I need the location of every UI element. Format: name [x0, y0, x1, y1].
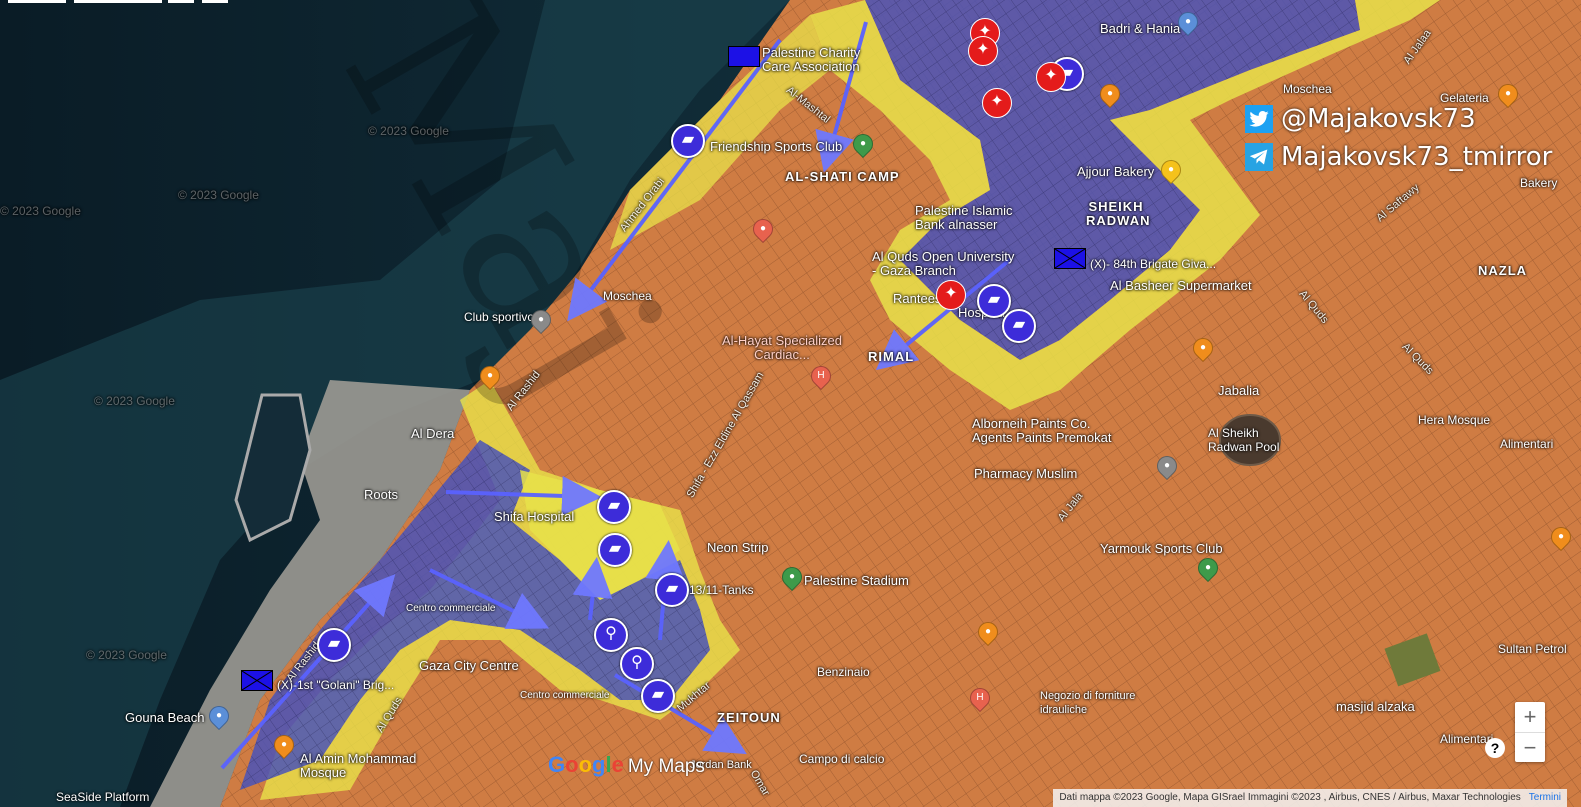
district-label: Jabalia [1218, 383, 1260, 398]
tile-copyright: © 2023 Google [0, 204, 81, 218]
hostile-fighter-icon[interactable]: ✦ [936, 280, 966, 310]
place-label: Al Amin Mohammad Mosque [300, 751, 417, 780]
place-label: Gaza City Centre [419, 658, 519, 673]
brigade-hq-flag[interactable] [728, 46, 760, 67]
map-attribution: Dati mappa ©2023 Google, Mapa GISrael Im… [1053, 789, 1567, 807]
place-label: Palestine Islamic Bank alnasser [915, 203, 1013, 232]
place-label: Al Basheer Supermarket [1110, 278, 1252, 293]
twitter-icon [1245, 105, 1273, 133]
place-label: Alborneih Paints Co. Agents Paints Premo… [972, 416, 1112, 445]
place-label: Alimentari [1500, 437, 1554, 451]
telegram-icon [1245, 143, 1273, 171]
attribution-text: Dati mappa ©2023 Google, Mapa GISrael Im… [1059, 792, 1521, 803]
tank-unit-icon[interactable]: ▰ [977, 284, 1011, 318]
place-label: Badri & Hania [1100, 21, 1181, 36]
unit-label: (X)- 84th Brigate Giva... [1090, 257, 1217, 271]
top-control-1[interactable] [8, 0, 66, 3]
place-label: SeaSide Platform [56, 790, 150, 804]
tile-copyright: © 2023 Google [178, 188, 259, 202]
twitter-row: @Majakovsk73 [1245, 100, 1552, 138]
place-label: Campo di calcio [799, 752, 885, 766]
place-label: Shifa Hospital [494, 509, 575, 524]
tank-unit-icon[interactable]: ▰ [641, 679, 675, 713]
place-label: Al Sheikh Radwan Pool [1208, 426, 1280, 454]
google-my-maps-logo: Google My Maps [548, 752, 705, 778]
tank-unit-icon[interactable]: ▰ [597, 490, 631, 524]
place-label: Moschea [603, 289, 652, 303]
place-label: Negozio di forniture idrauliche [1040, 690, 1136, 716]
place-label: Bakery [1520, 176, 1558, 190]
place-label: Benzinaio [817, 665, 870, 679]
place-label: Yarmouk Sports Club [1100, 541, 1223, 556]
place-label: Gouna Beach [125, 710, 205, 725]
place-label: Neon Strip [707, 540, 769, 555]
place-label: Ajjour Bakery [1077, 164, 1155, 179]
brigade-hq-flag[interactable] [241, 670, 273, 691]
tank-unit-icon[interactable]: ▰ [671, 124, 705, 158]
tile-copyright: © 2023 Google [94, 394, 175, 408]
help-button[interactable]: ? [1485, 738, 1505, 758]
zoom-in-button[interactable]: + [1515, 702, 1545, 733]
place-label: Hera Mosque [1418, 413, 1491, 427]
place-label: Roots [364, 487, 398, 502]
hostile-fighter-icon[interactable]: ✦ [968, 36, 998, 66]
zoom-controls: + − [1515, 702, 1545, 762]
zoom-out-button[interactable]: − [1515, 733, 1545, 763]
district-label: NAZLA [1478, 263, 1528, 278]
apc-unit-icon[interactable]: ▰ [598, 533, 632, 567]
place-label: Moschea [1283, 82, 1332, 96]
top-control-4[interactable] [202, 0, 228, 3]
place-label: Palestine Charity Care Association [762, 45, 861, 74]
place-label: Pharmacy Muslim [974, 466, 1078, 481]
brigade-hq-flag[interactable] [1054, 248, 1086, 269]
tank-unit-icon[interactable]: ▰ [655, 573, 689, 607]
district-label: AL-SHATI CAMP [785, 169, 900, 184]
place-label: Centro commerciale [520, 690, 610, 701]
telegram-handle[interactable]: Majakovsk73_tmirror [1281, 142, 1552, 172]
terms-link[interactable]: Termini [1529, 792, 1561, 803]
infantry-unit-icon[interactable]: ⚲ [620, 647, 654, 681]
social-handles: @Majakovsk73 Majakovsk73_tmirror [1245, 100, 1552, 176]
top-control-3[interactable] [168, 0, 194, 3]
tile-copyright: © 2023 Google [86, 648, 167, 662]
district-label: RIMAL [868, 349, 915, 364]
place-label: Sultan Petrol [1498, 642, 1567, 656]
tank-unit-icon[interactable]: ▰ [317, 628, 351, 662]
place-label: Club sportivo [464, 310, 535, 324]
district-label: SHEIKH RADWAN [1086, 199, 1151, 228]
hostile-fighter-icon[interactable]: ✦ [982, 88, 1012, 118]
infantry-unit-icon[interactable]: ⚲ [594, 618, 628, 652]
place-label: Al-Hayat Specialized Cardiac... [722, 333, 842, 362]
place-label: Palestine Stadium [804, 573, 909, 588]
my-maps-text: My Maps [627, 756, 705, 777]
district-label: ZEITOUN [717, 710, 781, 725]
unit-label: 13/11-Tanks [689, 583, 754, 597]
place-label: Al Dera [411, 426, 455, 441]
place-label: Al Quds Open University - Gaza Branch [872, 249, 1015, 278]
place-label: Friendship Sports Club [710, 139, 843, 154]
top-control-2[interactable] [74, 0, 162, 3]
telegram-row: Majakovsk73_tmirror [1245, 138, 1552, 176]
place-label: masjid alzaka [1336, 699, 1415, 714]
google-logo-text: Google [548, 752, 624, 777]
hostile-fighter-icon[interactable]: ✦ [1036, 62, 1066, 92]
place-label: Centro commerciale [406, 603, 496, 614]
tile-copyright: © 2023 Google [368, 124, 449, 138]
twitter-handle[interactable]: @Majakovsk73 [1281, 104, 1476, 134]
tank-unit-icon[interactable]: ▰ [1002, 309, 1036, 343]
